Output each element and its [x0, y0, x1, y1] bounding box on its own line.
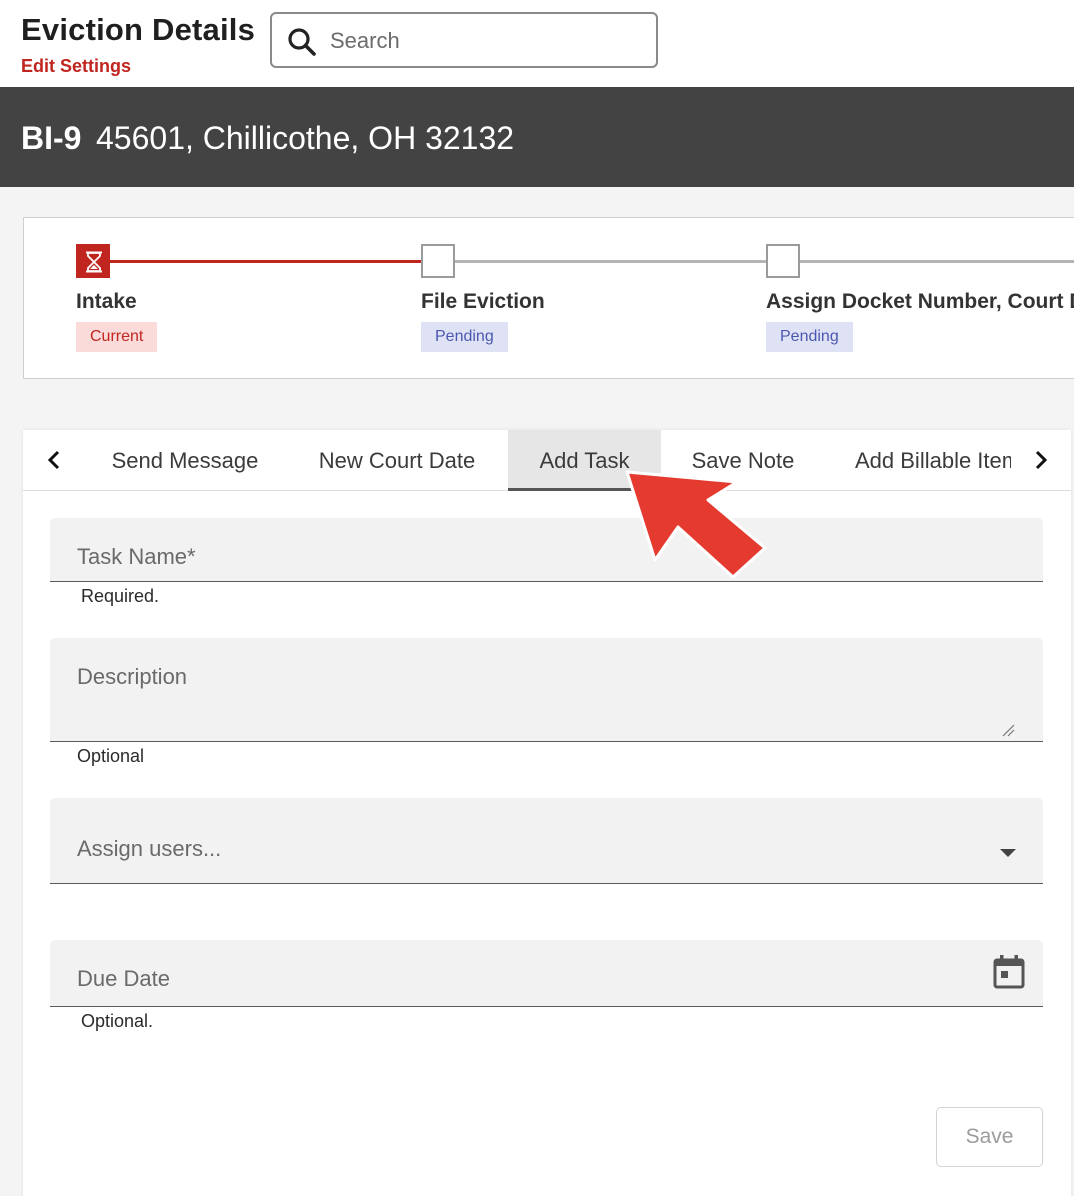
chevron-right-icon[interactable] [1026, 444, 1056, 476]
property-banner: BI-9 45601, Chillicothe, OH 32132 [0, 87, 1074, 187]
top-bar: Eviction Details Edit Settings [0, 0, 1074, 87]
tab-add-billable-item[interactable]: Add Billable Item [855, 430, 1011, 491]
step-label-file-eviction: File Eviction [421, 290, 545, 313]
step-connector [455, 260, 768, 263]
due-date-field[interactable]: Due Date [50, 940, 1043, 1007]
annotation-arrow-icon [625, 470, 767, 579]
action-tabs: Send Message New Court Date Add Task Sav… [23, 430, 1071, 491]
save-button[interactable]: Save [936, 1107, 1043, 1167]
chevron-left-icon[interactable] [39, 444, 69, 476]
hourglass-icon [86, 251, 102, 273]
tab-send-message[interactable]: Send Message [93, 430, 277, 491]
step-pending-marker[interactable] [766, 244, 800, 278]
progress-stepper: Intake File Eviction Assign Docket Numbe… [23, 217, 1074, 379]
page-title: Eviction Details [21, 12, 256, 47]
status-badge-pending: Pending [421, 322, 508, 352]
description-helper: Optional [77, 746, 145, 766]
task-name-label: Task Name* [77, 544, 196, 569]
description-field[interactable]: Description [50, 638, 1043, 742]
assign-users-label: Assign users... [77, 836, 222, 861]
property-id: BI-9 [21, 120, 82, 156]
status-badge-current: Current [76, 322, 158, 352]
step-label-intake: Intake [76, 290, 137, 313]
due-date-label: Due Date [77, 966, 170, 991]
resize-handle-icon[interactable] [1001, 723, 1015, 737]
task-name-field[interactable]: Task Name* [50, 518, 1043, 582]
calendar-icon[interactable] [992, 954, 1026, 990]
step-connector-complete [110, 260, 422, 263]
assign-users-select[interactable]: Assign users... [50, 798, 1043, 884]
step-pending-marker[interactable] [421, 244, 455, 278]
tab-new-court-date[interactable]: New Court Date [297, 430, 497, 491]
task-name-helper: Required. [81, 586, 160, 606]
search-input[interactable] [330, 24, 640, 58]
status-badge-pending: Pending [766, 322, 853, 352]
property-address: 45601, Chillicothe, OH 32132 [96, 120, 515, 156]
dropdown-arrow-icon[interactable] [999, 848, 1017, 858]
step-label-assign-docket: Assign Docket Number, Court Date [766, 290, 1074, 313]
due-date-helper: Optional. [81, 1011, 154, 1031]
step-connector [800, 260, 1074, 263]
description-label: Description [77, 664, 188, 689]
edit-settings-link[interactable]: Edit Settings [21, 56, 131, 77]
step-current-marker[interactable] [76, 244, 110, 278]
search-icon [288, 28, 316, 56]
action-card: Send Message New Court Date Add Task Sav… [23, 430, 1071, 1196]
search-box[interactable] [270, 12, 658, 68]
